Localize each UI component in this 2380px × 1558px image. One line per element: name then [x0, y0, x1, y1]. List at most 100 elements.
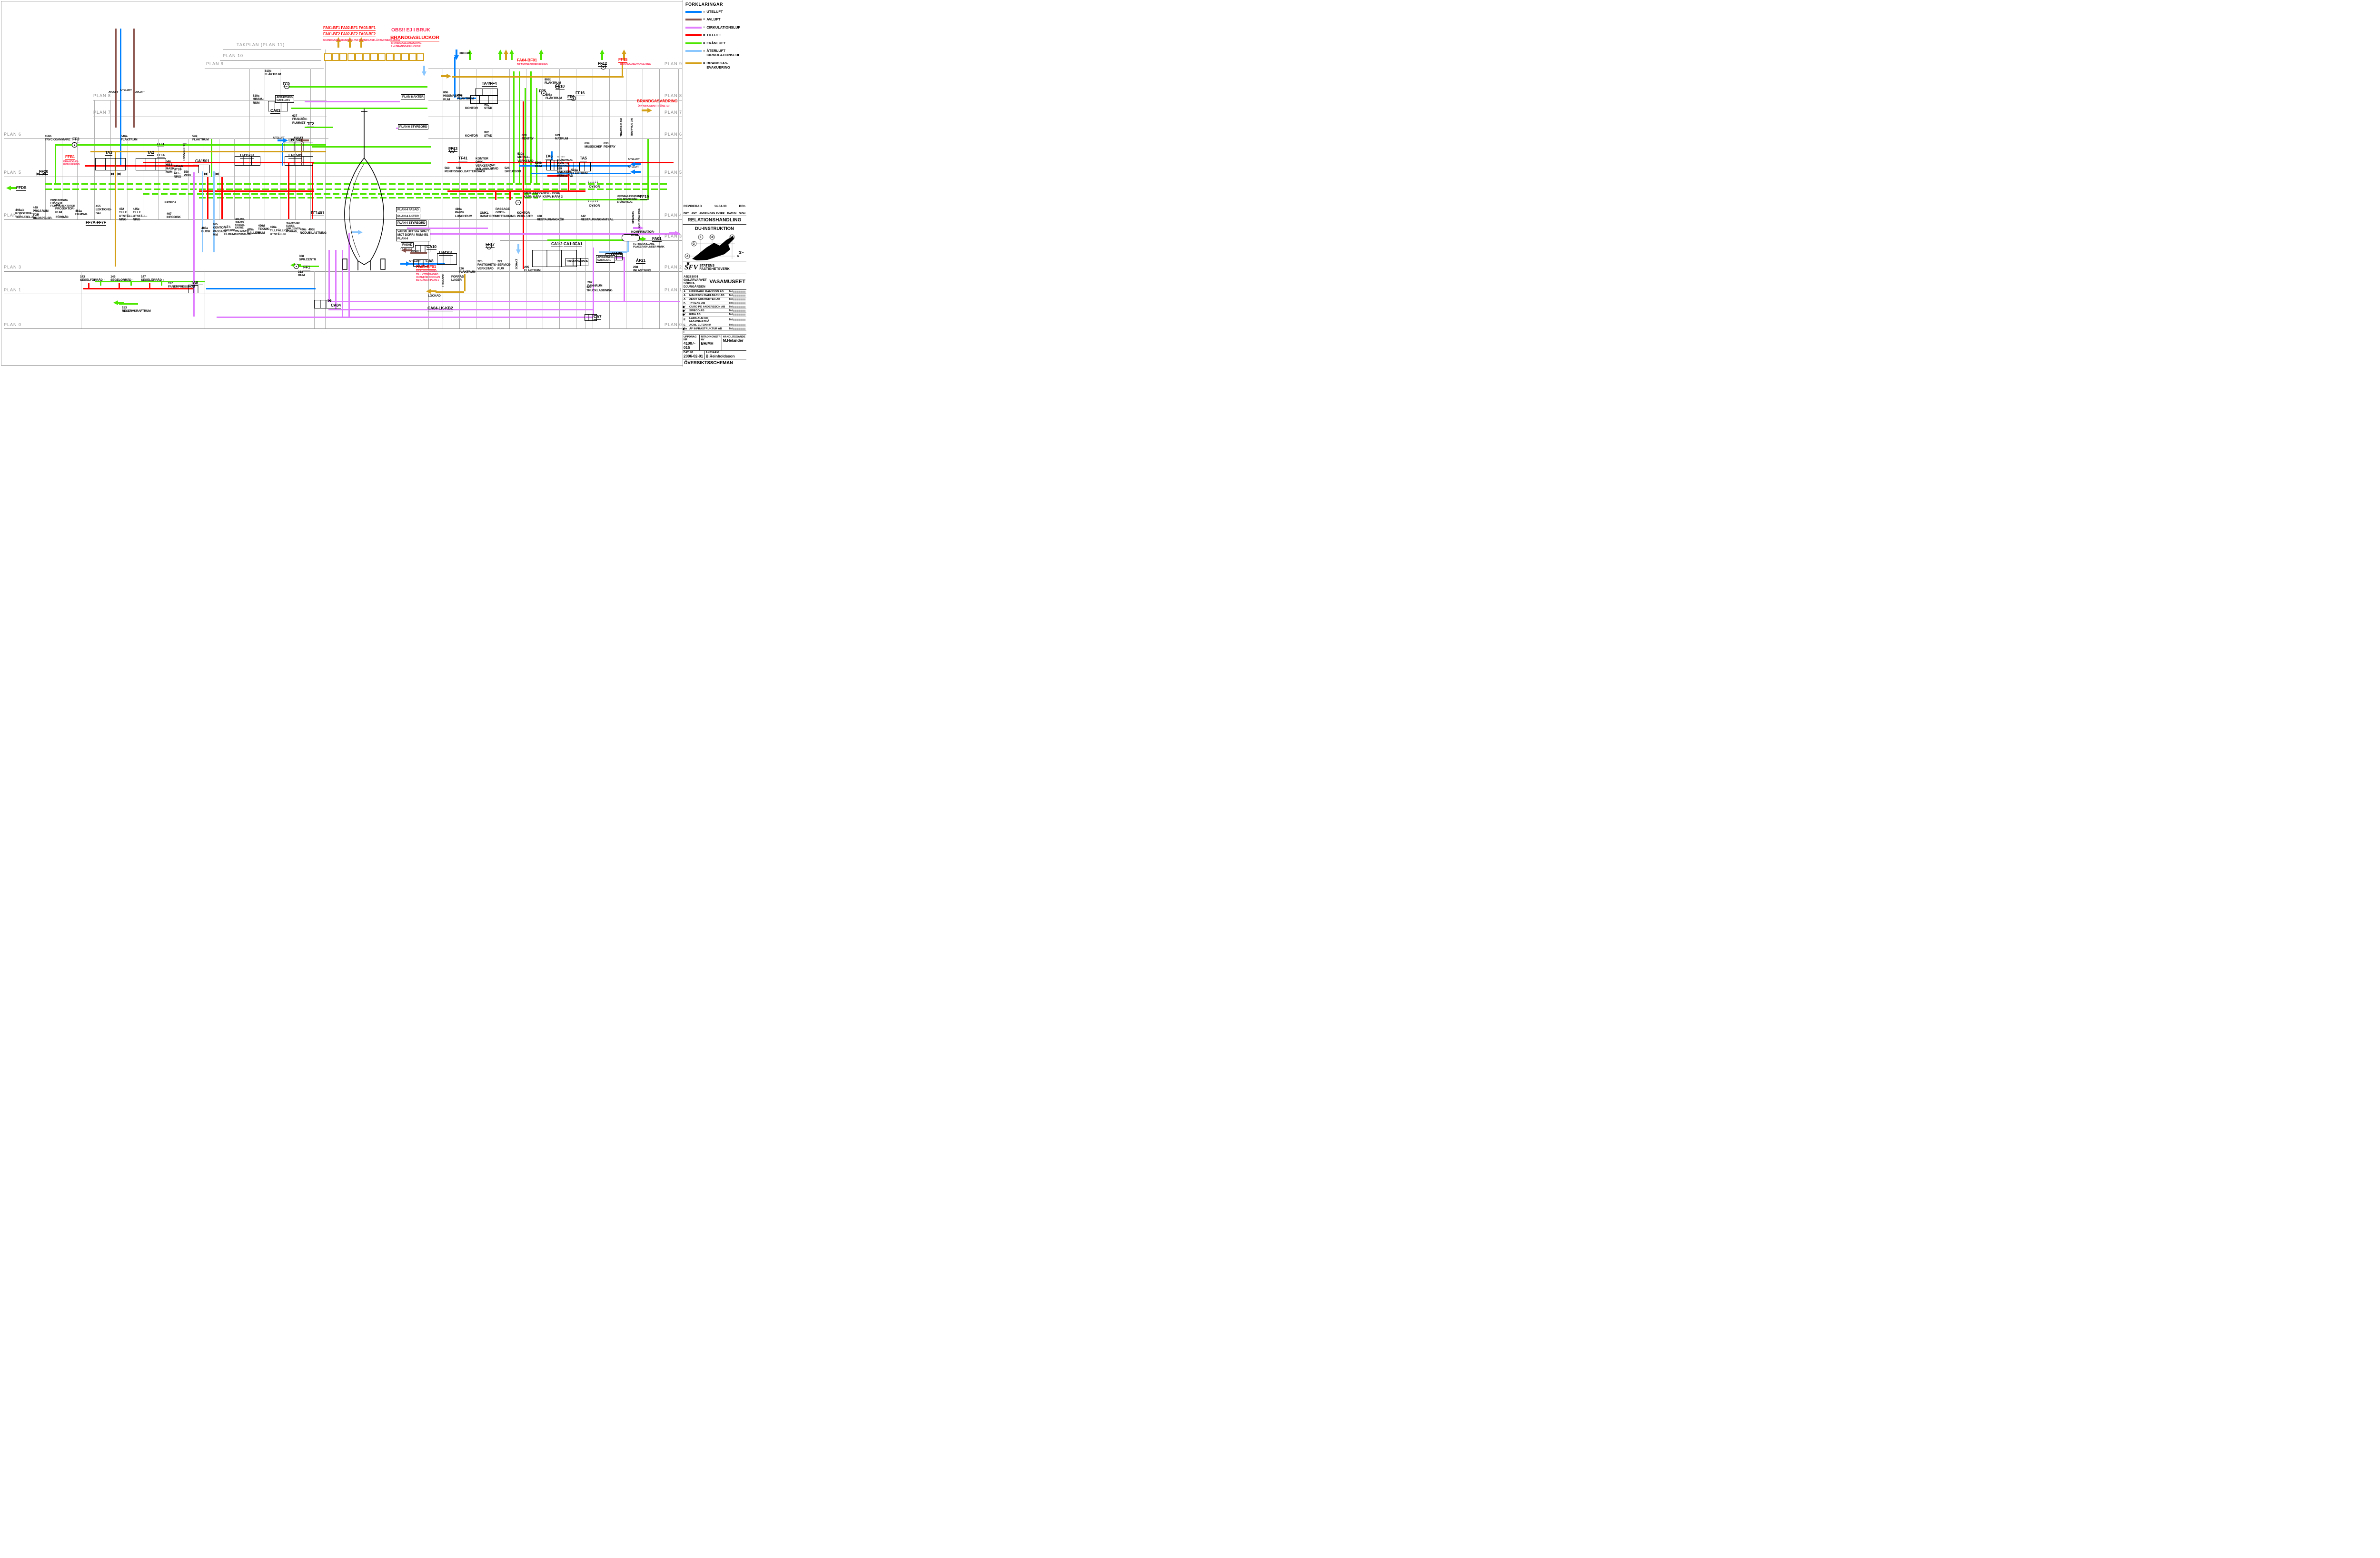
- diagram-label: ⋈: [290, 138, 294, 142]
- plan-level-label: TAKPLAN (PLAN 11): [237, 42, 285, 47]
- diagram-label: FF1: [303, 265, 310, 270]
- av-duct: [133, 29, 135, 128]
- brand-duct: [452, 76, 624, 78]
- diagram-label: OMKL DAM/HERR: [480, 211, 496, 218]
- consultant-row: VRIBA ABTel: [683, 313, 746, 317]
- diagram-label: 808a FLÄKTRUM: [545, 93, 562, 100]
- tel-number-redacted: [733, 319, 745, 321]
- cirk-duct: [217, 317, 593, 318]
- north-label: N: [737, 255, 739, 258]
- diagram-label: 410a PAUS/ LUNCHRUM: [455, 208, 472, 218]
- diagram-label: 529 SNICKERI- VERKSTAD: [557, 167, 573, 178]
- diagram-label: 807 FLÄKTRUM: [457, 94, 474, 101]
- sign-header: SIGN: [739, 212, 745, 215]
- consultant-name: LARS ALM CO ELKONS.BYRÅ: [689, 317, 729, 323]
- uppdrag-value: 41007-015: [684, 341, 698, 350]
- legend-item-av: =AVLUFT: [685, 17, 745, 21]
- diagram-label: ⋈: [204, 172, 208, 177]
- till-duct: [119, 283, 120, 288]
- legend: FÖRKLARINGAR =UTELUFT=AVLUFT=CIRKULATION…: [685, 2, 745, 73]
- diagram-label: FA05-BF01: [416, 265, 436, 270]
- legend-swatch: [685, 19, 702, 20]
- diagram-label: UTELUFT: [628, 166, 640, 169]
- diagram-label: FA04-BF01: [517, 58, 537, 63]
- diagram-label: AVLUFT: [411, 250, 421, 253]
- ansvarig-value: B.Reinholdsson: [706, 354, 745, 358]
- diagram-label: BRANDGASEVAKUERING: [517, 63, 547, 66]
- till-duct: [207, 177, 208, 219]
- consultant-name: HIDEMARK MÅNSSON AB: [689, 290, 729, 293]
- discipline-dot: [683, 306, 684, 308]
- diagram-label: UTELUFT: [120, 89, 132, 92]
- structure-line: [94, 100, 95, 219]
- till-duct: [523, 101, 524, 269]
- plan-level-label: PLAN 2: [664, 265, 682, 269]
- consultant-name: CURO PO ANDERSSON AB: [689, 306, 729, 308]
- ritad-value: BR/MH: [701, 341, 720, 346]
- legend-equals: =: [703, 61, 705, 65]
- plan-level-label: PLAN 5: [664, 170, 682, 175]
- plan-level-label: PLAN 8: [664, 93, 682, 98]
- consultant-name: SWECO AB: [689, 309, 729, 312]
- plan-level-label: PLAN 4: [664, 213, 682, 218]
- diagram-label: AVFUKTNING CA02-LAF1: [596, 255, 615, 263]
- till-duct: [199, 190, 314, 192]
- diagram-label: LOCKAD: [428, 294, 441, 298]
- diagram-label: 549 FLÄKTRUM: [192, 135, 209, 142]
- plan-level-label: PLAN 3: [664, 234, 682, 238]
- tel-number-redacted: [733, 314, 745, 316]
- drawing-content-title: ÖVERSIKTSSCHEMANSTAMSCHEMALUFTBEHANDLING: [683, 359, 746, 367]
- legend-equals: =: [703, 33, 705, 37]
- discipline-dot: [683, 310, 684, 312]
- diagram-label: 449 PROJ.RUM FÖR BILDSPELSR.: [33, 206, 52, 220]
- plan-level-label: PLAN 5: [4, 170, 21, 175]
- structure-line: [77, 139, 78, 219]
- legend-swatch: [685, 11, 702, 13]
- diagram-label: 496b INLASTNING: [308, 228, 327, 235]
- diagram-label: 569 PENTRY: [445, 167, 456, 174]
- plan-level-label: PLAN 1: [4, 288, 21, 292]
- andringen-header: ÄNDRINGEN AVSER: [699, 212, 724, 215]
- plan-line: [4, 328, 682, 329]
- roof-smoke-hatch: [394, 53, 401, 61]
- diagram-label: FF6: [567, 95, 575, 100]
- air-handling-unit: [136, 158, 166, 170]
- legend-label: FRÅNLUFT: [706, 41, 725, 45]
- cirk-duct: [305, 101, 400, 102]
- tel-number-redacted: [733, 291, 745, 293]
- legend-item-ute: =UTELUFT: [685, 10, 745, 14]
- cirk-duct: [328, 309, 593, 310]
- roof-smoke-hatch: [416, 53, 424, 61]
- diagram-label: BRANDGASEVAKUERING: [620, 63, 651, 66]
- consultant-row: AMÅNSSON DAHLBÄCK ABTel: [683, 294, 746, 298]
- till-duct: [149, 283, 150, 288]
- status-title: RELATIONSHANDLING: [683, 216, 746, 225]
- diagram-label: LUFTRIDÅ: [164, 201, 176, 204]
- fran-duct: [536, 88, 537, 183]
- diagram-label: 530b RUM: [535, 161, 542, 169]
- ritad-label: RITAD/KONSTR AV: [701, 336, 720, 341]
- content-line: ÖVERSIKTSSCHEMAN: [684, 360, 745, 367]
- diagram-label: 308 SPR.CENTR: [299, 255, 316, 262]
- diagram-label: 550 VIND: [184, 170, 191, 178]
- roof-smoke-hatch: [339, 53, 347, 61]
- diagram-label: CA1501: [195, 159, 209, 164]
- diagram-label: CONTAINERHUS: [638, 208, 641, 228]
- diagram-label: LB1503: [240, 153, 254, 159]
- diagram-label: AVLUFT: [109, 91, 118, 94]
- legend-label: TILLUFT: [706, 33, 721, 37]
- diagram-label: CA1: [575, 242, 582, 247]
- diagram-label: ⋈: [110, 172, 114, 177]
- legend-equals: =: [703, 41, 705, 45]
- diagram-label: KOMPRIMATOR- RUM: [631, 230, 654, 238]
- consultant-name: MÅNSSON DAHLBÄCK AB: [689, 294, 729, 297]
- diagram-label: ⋈: [117, 172, 121, 177]
- structure-line: [459, 69, 460, 328]
- ant-header: ANT: [691, 212, 696, 215]
- handl-value: M.Helander: [723, 338, 745, 343]
- tel-label: Tel: [729, 309, 733, 312]
- diagram-label: DISK- KÅPA 2: [552, 192, 563, 199]
- diagram-label: 639 MUSEICHEF: [585, 142, 602, 149]
- diagram-label: FF10: [555, 84, 565, 89]
- diagram-label: FFB1: [65, 155, 75, 160]
